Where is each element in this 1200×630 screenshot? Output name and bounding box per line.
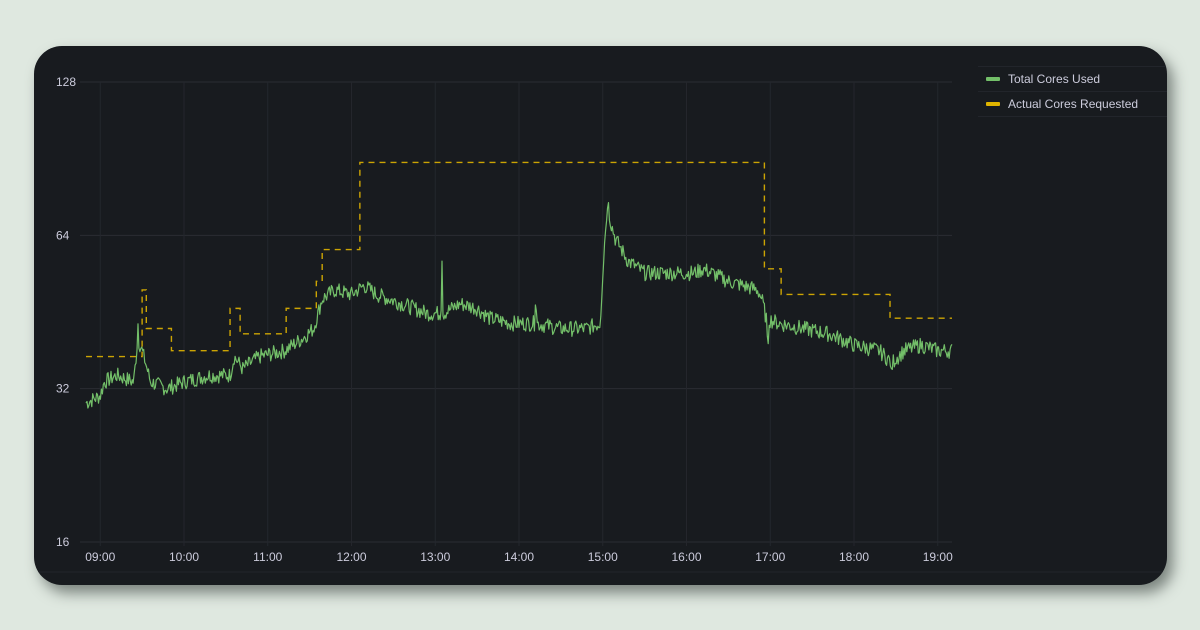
x-tick-label: 11:00 (253, 550, 282, 564)
legend-swatch-yellow (986, 102, 1000, 106)
x-tick-label: 12:00 (336, 550, 366, 564)
x-tick-label: 18:00 (839, 550, 869, 564)
x-tick-label: 13:00 (420, 550, 450, 564)
x-tick-label: 14:00 (504, 550, 534, 564)
legend-swatch-green (986, 77, 1000, 81)
x-tick-label: 10:00 (169, 550, 199, 564)
y-tick-label: 128 (56, 75, 76, 89)
legend-item-actual-cores-requested[interactable]: Actual Cores Requested (978, 91, 1167, 117)
y-tick-label: 32 (56, 382, 70, 396)
legend-label: Actual Cores Requested (1008, 97, 1139, 111)
chart-panel: 16 32 64 128 09:00 10:00 11:00 12:00 13:00 14:00… (34, 46, 1167, 585)
y-axis: 16 32 64 128 (56, 75, 76, 549)
grid (34, 81, 1167, 573)
cores-time-series-chart[interactable]: 16 32 64 128 09:00 10:00 11:00 12:00 13:00 14:00… (34, 46, 1167, 585)
legend-label: Total Cores Used (1008, 72, 1101, 86)
y-tick-label: 16 (56, 535, 70, 549)
x-tick-label: 09:00 (85, 550, 115, 564)
legend-item-total-cores-used[interactable]: Total Cores Used (978, 66, 1167, 91)
x-tick-label: 19:00 (923, 550, 953, 564)
x-tick-label: 16:00 (671, 550, 701, 564)
x-tick-label: 17:00 (755, 550, 785, 564)
y-tick-label: 64 (56, 228, 70, 242)
legend: Total Cores Used Actual Cores Requested (978, 66, 1167, 117)
x-axis: 09:00 10:00 11:00 12:00 13:00 14:00 15:00 16:00… (85, 550, 953, 564)
x-tick-label: 15:00 (588, 550, 618, 564)
